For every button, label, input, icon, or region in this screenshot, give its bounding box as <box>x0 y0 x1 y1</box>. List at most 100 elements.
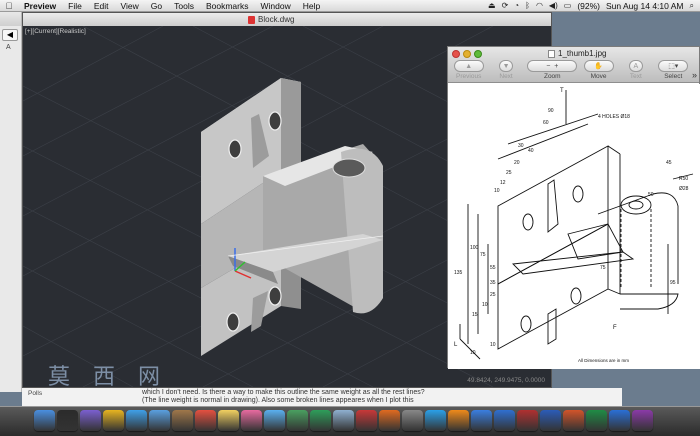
engineering-drawing: 90 60 30 40 20 25 12 10 45 R50 Ø28 135 1… <box>454 88 694 363</box>
menu-help[interactable]: Help <box>297 1 326 11</box>
menu-go[interactable]: Go <box>145 1 168 11</box>
drawing-dim: 10 <box>482 302 488 308</box>
dock <box>0 406 700 436</box>
calendar-icon[interactable] <box>195 410 216 431</box>
vlc-icon[interactable] <box>448 410 469 431</box>
sync-icon[interactable]: ⟳ <box>502 1 509 10</box>
safari-icon[interactable] <box>126 410 147 431</box>
menu-edit[interactable]: Edit <box>88 1 115 11</box>
zoom-control[interactable]: − + Zoom <box>525 60 580 80</box>
background-window-titlebar <box>0 12 21 26</box>
powerpoint-icon[interactable] <box>563 410 584 431</box>
autocad-icon[interactable] <box>356 410 377 431</box>
outlook-icon[interactable] <box>609 410 630 431</box>
photos-icon[interactable] <box>241 410 262 431</box>
background-window-letter: A <box>6 44 11 51</box>
volume-icon[interactable]: ◀) <box>549 1 558 10</box>
next-arrow-icon: ▼ <box>499 60 514 72</box>
battery-icon[interactable]: ▭ <box>564 1 572 10</box>
dashboard-icon[interactable] <box>57 410 78 431</box>
dwg-file-icon <box>248 15 255 24</box>
excel-icon[interactable] <box>586 410 607 431</box>
system-prefs-icon[interactable] <box>402 410 423 431</box>
preview-window: 1_thumb1.jpg ▲ Previous ▼ Next − + Zoom … <box>447 46 700 369</box>
chrome-icon[interactable] <box>103 410 124 431</box>
block-model[interactable] <box>201 78 383 356</box>
word-icon[interactable] <box>540 410 561 431</box>
next-button[interactable]: ▼ Next <box>487 60 524 80</box>
close-icon[interactable] <box>452 50 460 58</box>
drawing-footer: All Dimensions are in mm <box>578 358 629 363</box>
menu-bookmarks[interactable]: Bookmarks <box>200 1 255 11</box>
spotlight-icon[interactable]: ⌕ <box>690 1 694 11</box>
drawing-dim: Ø28 <box>679 186 689 192</box>
itunes-icon[interactable] <box>264 410 285 431</box>
move-label: Move <box>590 73 607 80</box>
menu-file[interactable]: File <box>62 1 88 11</box>
zoom-window-icon[interactable] <box>474 50 482 58</box>
menu-tools[interactable]: Tools <box>168 1 200 11</box>
previous-arrow-icon: ▲ <box>453 60 484 72</box>
window-controls <box>452 50 482 58</box>
skype-icon[interactable] <box>425 410 446 431</box>
minimize-icon[interactable] <box>463 50 471 58</box>
preview-icon[interactable] <box>333 410 354 431</box>
toolbar-overflow-icon[interactable]: » <box>692 70 699 80</box>
drawing-dim: 95 <box>670 280 676 286</box>
hole-top-left <box>228 139 242 159</box>
menu-extras: ⏏ ⟳ ◔ ᛒ ◠ ◀) ▭ (92%) Sun Aug 14 4:10 AM … <box>488 1 700 11</box>
drawing-dim: 90 <box>548 108 554 114</box>
drawing-dim: 30 <box>518 143 524 149</box>
axis-t-label: T <box>560 88 564 94</box>
apple-menu-icon[interactable]:  <box>0 1 18 11</box>
zoom-in-out-icon: − + <box>527 60 578 72</box>
boss-hole <box>332 158 366 178</box>
hole-top-right <box>268 111 282 131</box>
previous-button[interactable]: ▲ Previous <box>450 60 487 80</box>
iphoto-icon[interactable] <box>287 410 308 431</box>
drawing-dim: 135 <box>454 270 463 276</box>
bluetooth-icon[interactable]: ᛒ <box>525 1 530 10</box>
time-machine-icon[interactable]: ◔ <box>514 1 519 10</box>
hole-bottom-left <box>226 312 240 332</box>
app-store-icon[interactable] <box>471 410 492 431</box>
drawing-dim: 60 <box>543 120 549 126</box>
move-tool-button[interactable]: ✋ Move <box>580 60 617 80</box>
mission-control-icon[interactable] <box>80 410 101 431</box>
wifi-icon[interactable]: ◠ <box>536 1 543 10</box>
holes-note: 4 HOLES Ø18 <box>598 114 630 120</box>
text-label: Text <box>629 73 642 80</box>
drawing-dim: 45 <box>666 160 672 166</box>
menu-app-preview[interactable]: Preview <box>18 1 62 11</box>
selection-icon: ⬚▾ <box>658 60 689 72</box>
finder-icon[interactable] <box>34 410 55 431</box>
previous-label: Previous <box>456 73 482 80</box>
back-button[interactable]: ◀ <box>2 29 18 41</box>
notes-icon[interactable] <box>218 410 239 431</box>
clock[interactable]: Sun Aug 14 4:10 AM <box>606 1 684 11</box>
next-label: Next <box>499 73 513 80</box>
filezilla-icon[interactable] <box>517 410 538 431</box>
axis-f-label: F <box>613 325 617 331</box>
onenote-icon[interactable] <box>632 410 653 431</box>
text-tool-icon: A <box>628 60 643 72</box>
contacts-icon[interactable] <box>172 410 193 431</box>
drawing-dim: 40 <box>528 148 534 154</box>
menu-window[interactable]: Window <box>254 1 296 11</box>
battery-percent[interactable]: (92%) <box>577 1 600 11</box>
dropbox-icon[interactable] <box>494 410 515 431</box>
polls-label[interactable]: Polls <box>28 390 42 397</box>
drawing-dim: 10 <box>470 350 476 356</box>
text-tool-button[interactable]: A Text <box>617 60 654 80</box>
select-tool-button[interactable]: ⬚▾ Select <box>655 60 692 80</box>
mail-icon[interactable] <box>149 410 170 431</box>
preview-document[interactable]: 90 60 30 40 20 25 12 10 45 R50 Ø28 135 1… <box>448 84 700 369</box>
firefox-icon[interactable] <box>379 410 400 431</box>
zoom-label: Zoom <box>543 73 561 80</box>
eject-icon[interactable]: ⏏ <box>488 1 496 10</box>
facetime-icon[interactable] <box>310 410 331 431</box>
menu-view[interactable]: View <box>115 1 145 11</box>
coordinate-readout: 49.8424, 249.9475, 0.0000 <box>467 377 545 384</box>
axis-l-label: L <box>454 342 458 348</box>
drawing-dim: 55 <box>490 265 496 271</box>
